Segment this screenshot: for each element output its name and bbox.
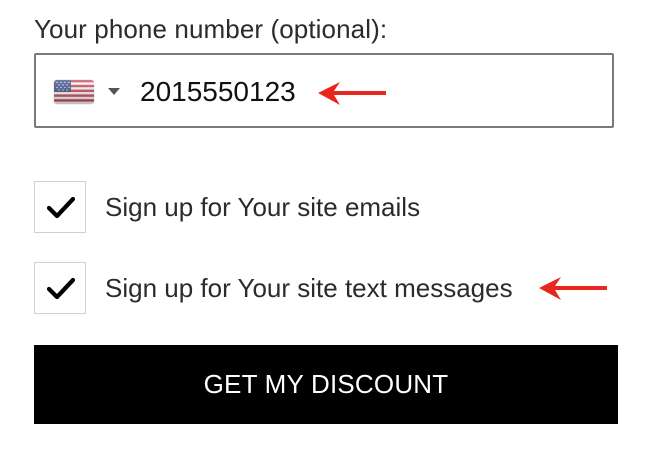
phone-input[interactable] <box>140 70 440 114</box>
get-discount-button[interactable]: GET MY DISCOUNT <box>34 345 618 424</box>
checkbox-row-text-messages[interactable]: Sign up for Your site text messages <box>34 262 594 314</box>
checkbox-emails[interactable] <box>34 181 86 233</box>
checkmark-icon <box>47 277 75 300</box>
chevron-down-icon <box>108 88 120 95</box>
phone-label: Your phone number (optional): <box>34 14 388 44</box>
checkmark-icon <box>47 196 75 219</box>
us-flag-icon <box>54 80 94 104</box>
checkbox-label-text-messages: Sign up for Your site text messages <box>105 273 513 303</box>
checkbox-row-emails[interactable]: Sign up for Your site emails <box>34 181 594 233</box>
checkbox-label-emails: Sign up for Your site emails <box>105 192 421 222</box>
checkbox-text-messages[interactable] <box>34 262 86 314</box>
country-select[interactable] <box>54 80 126 106</box>
red-arrow-icon <box>539 277 607 300</box>
red-arrow-icon <box>318 82 386 105</box>
